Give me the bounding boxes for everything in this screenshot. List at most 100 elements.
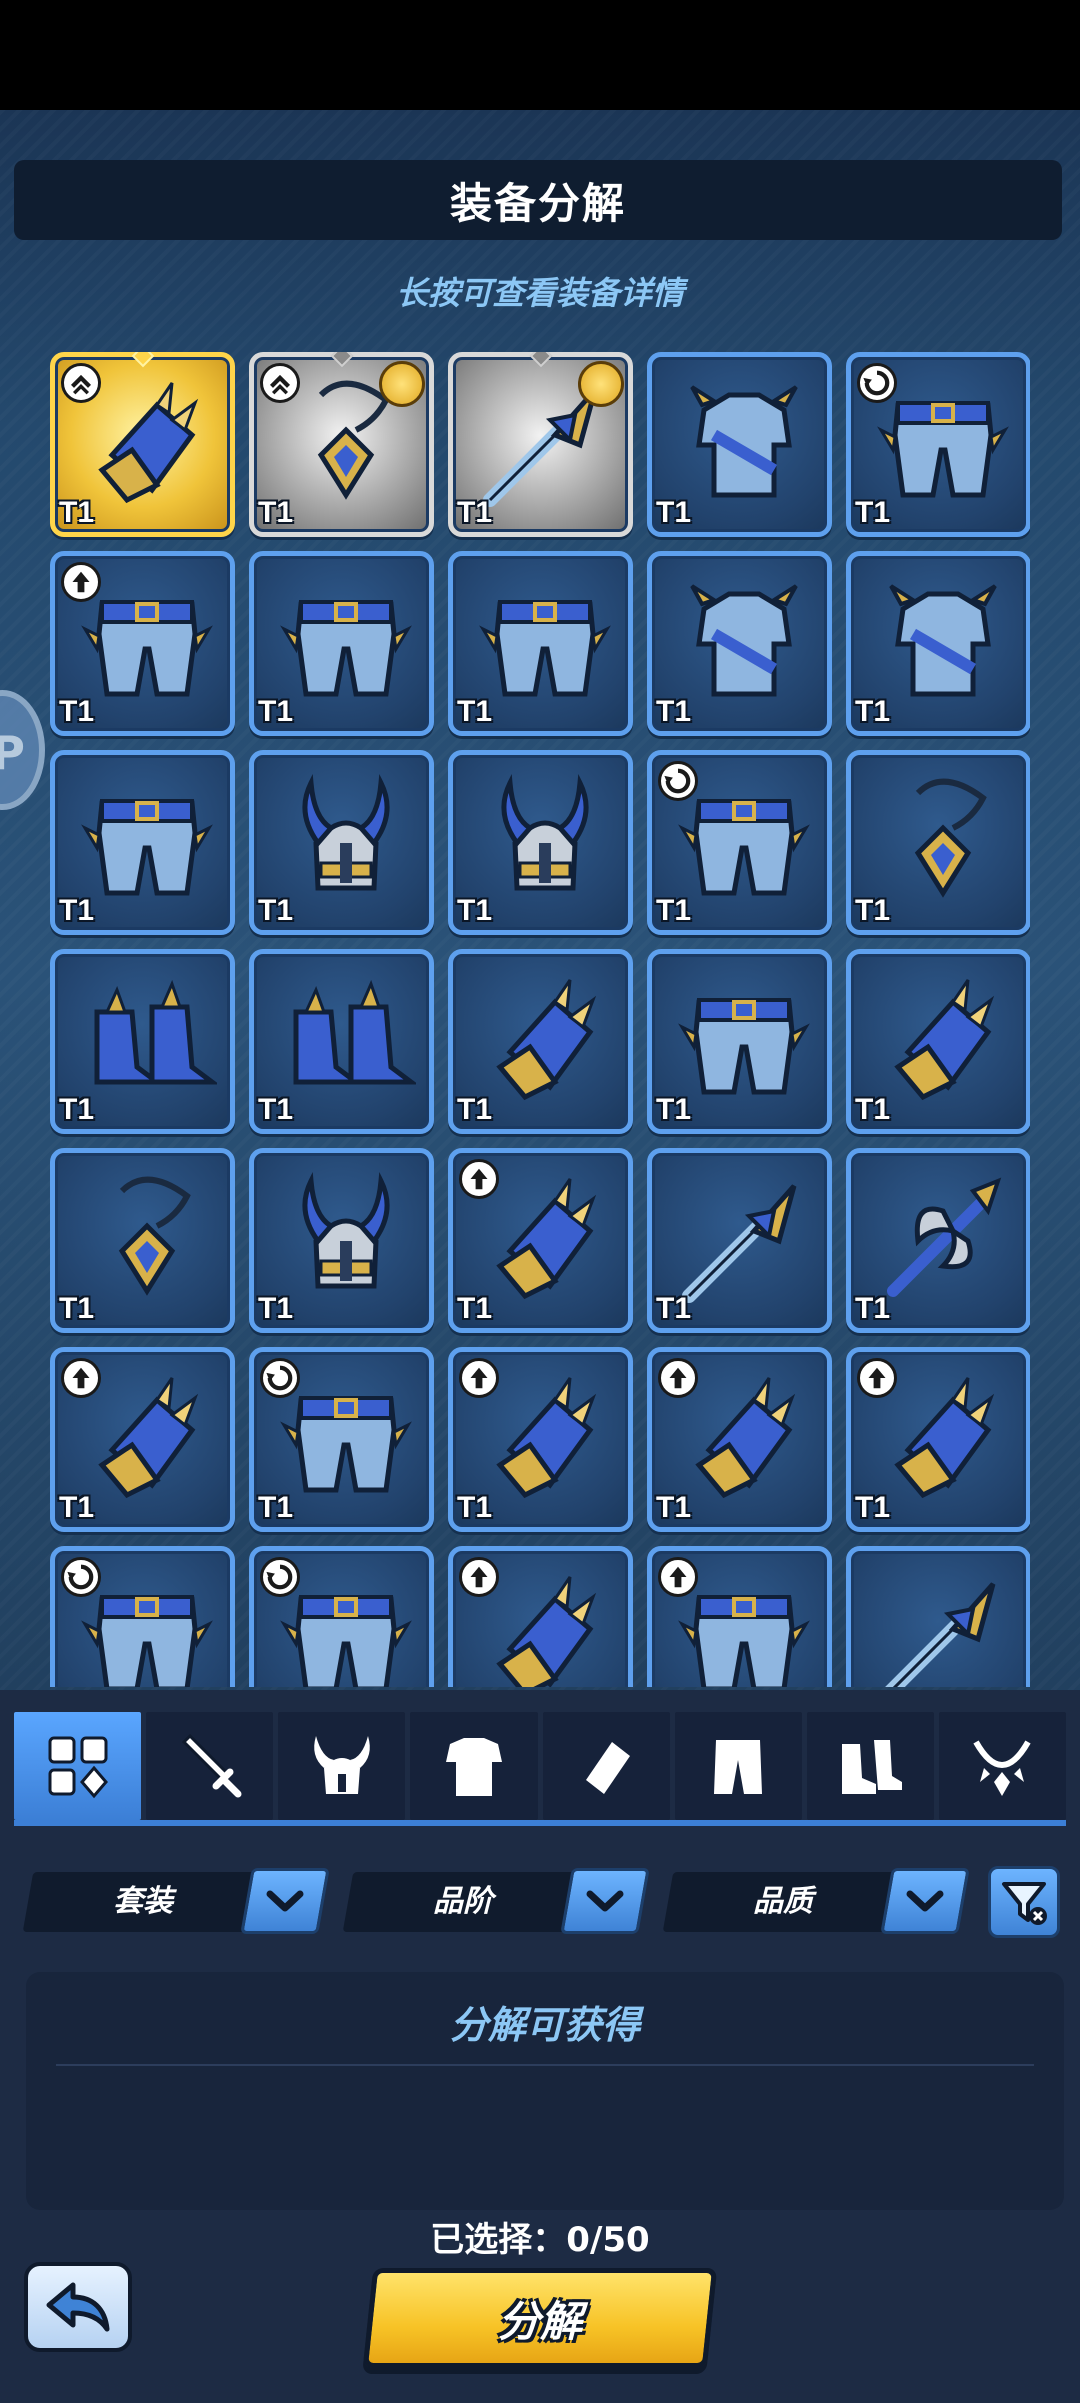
tier-label: T1 [59, 1093, 95, 1126]
equipment-slot-spear[interactable]: T1 [448, 352, 633, 537]
equipment-slot-boots[interactable]: T1 [249, 949, 434, 1134]
rewards-panel: 分解可获得 [26, 1972, 1064, 2210]
tier-label: T1 [59, 1491, 95, 1524]
arrow-up-icon [459, 1557, 499, 1597]
equipment-slot-amulet[interactable]: T1 [249, 352, 434, 537]
equipment-slot-pants[interactable]: T1 [50, 750, 235, 935]
tier-label: T1 [457, 1491, 493, 1524]
decompose-button[interactable]: 分解 [362, 2268, 718, 2368]
filter-row: 套装 品阶 品质 [22, 1868, 1068, 1936]
arrow-up-icon [61, 562, 101, 602]
equipment-slot-chest[interactable]: T1 [647, 352, 832, 537]
rank-filter[interactable]: 品阶 [342, 1868, 650, 1936]
equipment-slot-bracer[interactable]: T1 [50, 352, 235, 537]
equipment-slot-spear[interactable]: T1 [647, 1148, 832, 1333]
clear-filter-button[interactable] [988, 1866, 1060, 1938]
rarity-gem-icon [131, 352, 154, 368]
equipment-slot-pants[interactable]: T1 [647, 949, 832, 1134]
set-filter-label: 套装 [113, 1884, 173, 1919]
tier-label: T1 [656, 1491, 692, 1524]
equipment-slot-pants[interactable] [50, 1546, 235, 1687]
pants-icon [714, 1740, 763, 1794]
tier-label: T1 [656, 695, 692, 728]
pants-icon [479, 600, 611, 697]
tier-label: T1 [258, 1292, 294, 1325]
hint-text: 长按可查看装备详情 [395, 274, 684, 312]
cycle-icon [61, 1557, 101, 1597]
tab-pants[interactable] [674, 1712, 802, 1820]
equipment-slot-pants[interactable]: T1 [249, 551, 434, 736]
equipment-slot-pants[interactable]: T1 [846, 352, 1030, 537]
helmet-icon [501, 773, 589, 891]
spear-icon [885, 1582, 996, 1687]
status-bar [0, 0, 1080, 110]
horned-helmet-icon [314, 1736, 370, 1794]
spear-icon [682, 1184, 797, 1303]
equipment-slot-bracer[interactable]: T1 [448, 949, 633, 1134]
tab-weapon[interactable] [146, 1712, 274, 1820]
pants-icon [81, 600, 213, 697]
equipment-slot-helmet[interactable]: T1 [249, 750, 434, 935]
equipment-slot-bracer[interactable]: T1 [846, 1347, 1030, 1532]
equipment-slot-pants[interactable]: T1 [647, 750, 832, 935]
pants-icon [280, 600, 412, 697]
cycle-icon [658, 761, 698, 801]
quality-filter-dropdown-button[interactable] [880, 1868, 970, 1934]
tier-label: T1 [656, 1292, 692, 1325]
tab-armor[interactable] [410, 1712, 538, 1820]
tier-label: T1 [457, 894, 493, 927]
selected-label: 已选择： [430, 2220, 567, 2260]
back-arrow-icon [46, 2282, 110, 2332]
chest-icon [889, 584, 997, 697]
helmet-icon [302, 773, 390, 891]
equipment-slot-helmet[interactable]: T1 [249, 1148, 434, 1333]
bracer-icon [586, 1742, 631, 1800]
amulet-icon [914, 778, 987, 898]
equipment-slot-helmet[interactable]: T1 [448, 750, 633, 935]
amulet-icon [118, 1176, 191, 1296]
arrow-up-icon [61, 1358, 101, 1398]
equipment-slot-pants[interactable] [647, 1546, 832, 1687]
equipment-slot-axe[interactable]: T1 [846, 1148, 1030, 1333]
tier-label: T1 [258, 1093, 294, 1126]
bracer-icon [98, 1377, 199, 1499]
pants-icon [280, 1396, 412, 1493]
tier-label: T1 [59, 695, 95, 728]
set-filter[interactable]: 套装 [22, 1868, 330, 1936]
equipment-slot-pants[interactable]: T1 [50, 551, 235, 736]
equipment-slot-bracer[interactable]: T1 [50, 1347, 235, 1532]
tier-label: T1 [457, 1292, 493, 1325]
equipment-slot-pants[interactable] [249, 1546, 434, 1687]
equipment-slot-pants[interactable]: T1 [448, 551, 633, 736]
chevron-down-icon [906, 1890, 944, 1912]
tab-helmet[interactable] [278, 1712, 406, 1820]
bracer-icon [695, 1377, 796, 1499]
equipment-slot-bracer[interactable]: T1 [647, 1347, 832, 1532]
set-filter-dropdown-button[interactable] [240, 1868, 330, 1934]
equipment-slot-spear[interactable] [846, 1546, 1030, 1687]
equipment-slot-chest[interactable]: T1 [846, 551, 1030, 736]
tab-boots[interactable] [806, 1712, 934, 1820]
chevron-down-icon [266, 1890, 304, 1912]
rank-filter-label: 品阶 [433, 1884, 493, 1919]
equipment-slot-boots[interactable]: T1 [50, 949, 235, 1134]
equipment-slot-pants[interactable]: T1 [249, 1347, 434, 1532]
back-button[interactable] [24, 2262, 132, 2352]
equipment-slot-bracer[interactable]: T1 [846, 949, 1030, 1134]
tier-label: T1 [855, 496, 891, 529]
tab-bracer[interactable] [542, 1712, 670, 1820]
tab-necklace[interactable] [938, 1712, 1066, 1820]
tier-label: T1 [59, 496, 95, 529]
gold-coin-icon [379, 361, 425, 407]
equipment-slot-amulet[interactable]: T1 [846, 750, 1030, 935]
equipment-slot-bracer[interactable] [448, 1546, 633, 1687]
quality-filter[interactable]: 品质 [662, 1868, 970, 1936]
equipment-slot-bracer[interactable]: T1 [448, 1148, 633, 1333]
equipment-slot-bracer[interactable]: T1 [448, 1347, 633, 1532]
equipment-slot-amulet[interactable]: T1 [50, 1148, 235, 1333]
tab-all[interactable] [14, 1712, 142, 1820]
equipment-slot-chest[interactable]: T1 [647, 551, 832, 736]
rank-filter-dropdown-button[interactable] [560, 1868, 650, 1934]
pants-icon [678, 799, 810, 896]
page-title: 装备分解 [449, 178, 626, 228]
